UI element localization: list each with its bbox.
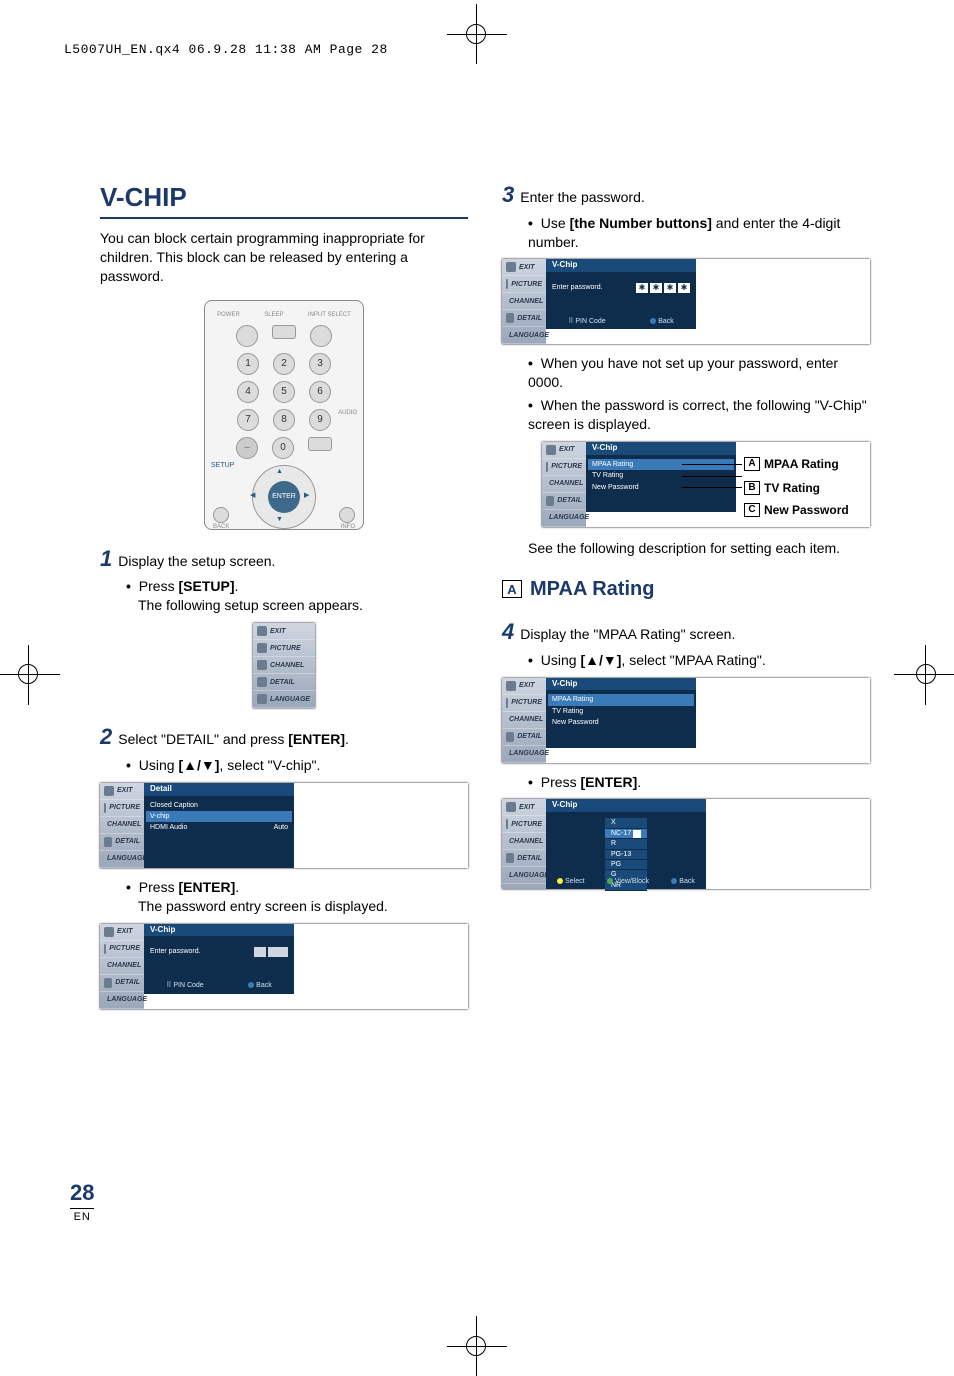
osd-password-screen: EXIT PICTURE CHANNEL DETAIL LANGUAGE V-C… [100,924,468,1009]
remote-key-5: 5 [273,381,295,403]
password-stars: ✱ ✱ ✱ ✱ [636,283,690,293]
step-number: 1 [100,544,112,574]
remote-key-1: 1 [237,353,259,375]
step-2: 2 Select "DETAIL" and press [ENTER]. [100,722,468,752]
step-2-bullet: • Using [▲/▼], select "V-chip". [126,756,468,775]
osd-enter-password: Enter password. [150,947,201,957]
remote-nav-pad: ▲ ▼ ◀ ▶ ENTER [244,469,324,525]
step-4-bullet2: • Press [ENTER]. [528,773,870,792]
step-number: 3 [502,180,514,210]
remote-key-8: 8 [273,409,295,431]
remote-key-6: 6 [309,381,331,403]
step-3-note1: • When you have not set up your password… [528,354,870,392]
remote-back-label: BACK [213,523,229,531]
step-1-bullet-post: . [234,578,238,594]
osd-detail-screen: EXIT PICTURE CHANNEL DETAIL LANGUAGE Det… [100,783,468,868]
remote-back-button [213,507,229,523]
remote-diagram: POWER SLEEP INPUT SELECT 1 2 3 4 5 6 7 8… [204,300,364,530]
crop-mark-left [0,645,30,705]
step-1-sub: The following setup screen appears. [138,596,468,615]
remote-left-icon: ◀ [250,491,255,500]
step-text: Display the setup screen. [118,552,275,571]
osd-tab-detail: DETAIL [270,678,295,687]
remote-up-icon: ▲ [276,467,283,476]
left-column: V-CHIP You can block certain programming… [100,180,468,1011]
remote-key-9: 9 [309,409,331,431]
remote-audio-label: AUDIO [338,409,357,417]
page-number: 28 EN [70,1180,94,1223]
remote-input-label: INPUT SELECT [308,311,351,319]
osd-vchip-select: EXIT PICTURE CHANNEL DETAIL LANGUAGE V-C… [502,678,870,763]
osd-title: Detail [144,783,294,796]
osd-tab-language: LANGUAGE [270,695,310,704]
osd-tab-exit: EXIT [270,627,286,636]
crop-mark-right [924,645,954,705]
print-header: L5007UH_EN.qx4 06.9.28 11:38 AM Page 28 [64,42,388,57]
remote-sleep-label: SLEEP [264,311,283,319]
crop-mark-bottom [447,1316,507,1376]
step-3-bullet: • Use [the Number buttons] and enter the… [528,214,870,252]
section-heading: V-CHIP [100,180,468,219]
step-4: 4 Display the "MPAA Rating" screen. [502,617,870,647]
step-3: 3 Enter the password. [502,180,870,210]
step-1-bullet: • Press [SETUP]. [126,577,468,596]
step-1: 1 Display the setup screen. [100,544,468,574]
step-1-bullet-pre: Press [139,578,179,594]
step-4-bullet: • Using [▲/▼], select "MPAA Rating". [528,651,870,670]
step-text: Select "DETAIL" and press [ENTER]. [118,730,349,749]
callout-C: CNew Password [744,502,849,518]
osd-mpaa-ratings: EXIT PICTURE CHANNEL DETAIL LANGUAGE V-C… [502,799,870,889]
intro-text: You can block certain programming inappr… [100,229,468,286]
remote-setup-label: SETUP [211,461,234,470]
step-3-note2: • When the password is correct, the foll… [528,396,870,434]
remote-info-label: INFO [341,523,355,531]
pin-icon: ⠿ [166,982,171,989]
remote-dash: – [236,437,258,459]
right-column: 3 Enter the password. • Use [the Number … [502,180,870,1011]
remote-key-2: 2 [273,353,295,375]
remote-enter-button: ENTER [268,481,300,513]
remote-down-icon: ▼ [276,515,283,524]
mpaa-heading: A MPAA Rating [502,576,870,603]
osd-password-filled: EXIT PICTURE CHANNEL DETAIL LANGUAGE V-C… [502,259,870,344]
remote-right-icon: ▶ [304,491,309,500]
step-2-bullet2: • Press [ENTER]. [126,878,468,897]
remote-info-button [339,507,355,523]
remote-key-0: 0 [272,437,294,459]
step-number: 2 [100,722,112,752]
step-text: Enter the password. [520,188,645,207]
crop-mark-top [447,10,507,70]
vchip-callout-block: EXIT PICTURE CHANNEL DETAIL LANGUAGE V-C… [542,442,870,527]
step-3-desc: See the following description for settin… [528,539,870,558]
remote-key-4: 4 [237,381,259,403]
remote-key-7: 7 [237,409,259,431]
step-1-bullet-bold: [SETUP] [178,578,234,594]
remote-power-label: POWER [217,311,240,319]
callout-A: AMPAA Rating [744,456,839,472]
remote-key-3: 3 [309,353,331,375]
osd-tab-channel: CHANNEL [270,661,304,670]
step-2-sub2: The password entry screen is displayed. [138,897,468,916]
osd-setup-screen: EXIT PICTURE CHANNEL DETAIL LANGUAGE [253,623,315,708]
callout-B: BTV Rating [744,480,820,496]
osd-tab-picture: PICTURE [270,644,301,653]
